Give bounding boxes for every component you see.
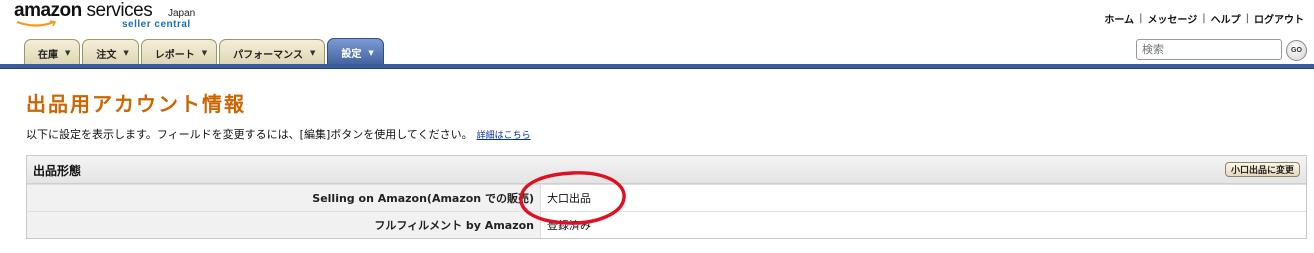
messages-link[interactable]: メッセージ (1147, 11, 1197, 26)
row-value: 大口出品 (547, 192, 591, 205)
caret-down-icon: ▼ (123, 49, 129, 57)
search-go-button[interactable]: GO (1286, 40, 1307, 61)
logo-subtitle: seller central (122, 19, 191, 30)
search-input[interactable] (1136, 39, 1282, 60)
amazon-services-logo[interactable]: amazon services Japan seller central (14, 0, 204, 34)
intro-sentence: 以下に設定を表示します。フィールドを変更するには、[編集]ボタンを使用してくださ… (26, 128, 473, 141)
tab-label: 設定 (341, 49, 362, 60)
main-nav-tabs: 在庫 ▼ 注文 ▼ レポート ▼ パフォーマンス ▼ 設定 ▼ (24, 38, 386, 66)
amazon-smile-icon (16, 20, 57, 27)
tab-reports[interactable]: レポート ▼ (140, 39, 218, 66)
panel-title: 出品形態 (33, 164, 82, 178)
tab-label: パフォーマンス (233, 49, 303, 61)
logo-word-services: services (81, 0, 153, 21)
caret-down-icon: ▼ (201, 49, 208, 57)
page-title: 出品用アカウント情報 (26, 92, 246, 116)
top-links: ホーム | メッセージ | ヘルプ | ログアウト (1104, 11, 1304, 26)
help-link[interactable]: ヘルプ (1211, 11, 1241, 26)
logo-region: Japan (168, 8, 196, 19)
logo-word-amazon: amazon (14, 0, 82, 21)
home-link[interactable]: ホーム (1104, 11, 1134, 26)
table-row: フルフィルメント by Amazon 登録済み (27, 211, 1306, 238)
tab-label: 在庫 (38, 49, 58, 61)
row-value: 登録済み (547, 219, 591, 232)
table-row: Selling on Amazon(Amazon での販売) 大口出品 (27, 184, 1306, 211)
nav-bar-divider (0, 64, 1314, 69)
caret-down-icon: ▼ (309, 49, 316, 57)
selling-plan-panel: 出品形態 小口出品に変更 Selling on Amazon(Amazon での… (26, 155, 1307, 239)
row-label: Selling on Amazon(Amazon での販売) (27, 185, 541, 211)
intro-text: 以下に設定を表示します。フィールドを変更するには、[編集]ボタンを使用してくださ… (26, 126, 531, 142)
switch-to-individual-button[interactable]: 小口出品に変更 (1224, 162, 1300, 177)
panel-header: 出品形態 小口出品に変更 (27, 156, 1306, 184)
link-separator: | (1139, 13, 1143, 24)
tab-orders[interactable]: 注文 ▼ (82, 39, 139, 66)
logout-link[interactable]: ログアウト (1254, 11, 1304, 26)
tab-settings[interactable]: 設定 ▼ (327, 38, 384, 66)
row-label: フルフィルメント by Amazon (27, 212, 541, 238)
tab-performance[interactable]: パフォーマンス ▼ (219, 39, 326, 66)
link-separator: | (1245, 13, 1249, 24)
caret-down-icon: ▼ (368, 48, 374, 57)
tab-inventory[interactable]: 在庫 ▼ (24, 39, 81, 66)
caret-down-icon: ▼ (65, 49, 71, 57)
tab-label: 注文 (96, 49, 117, 61)
tab-label: レポート (154, 49, 195, 61)
link-separator: | (1202, 13, 1206, 24)
details-link[interactable]: 詳細はこちら (477, 131, 531, 141)
